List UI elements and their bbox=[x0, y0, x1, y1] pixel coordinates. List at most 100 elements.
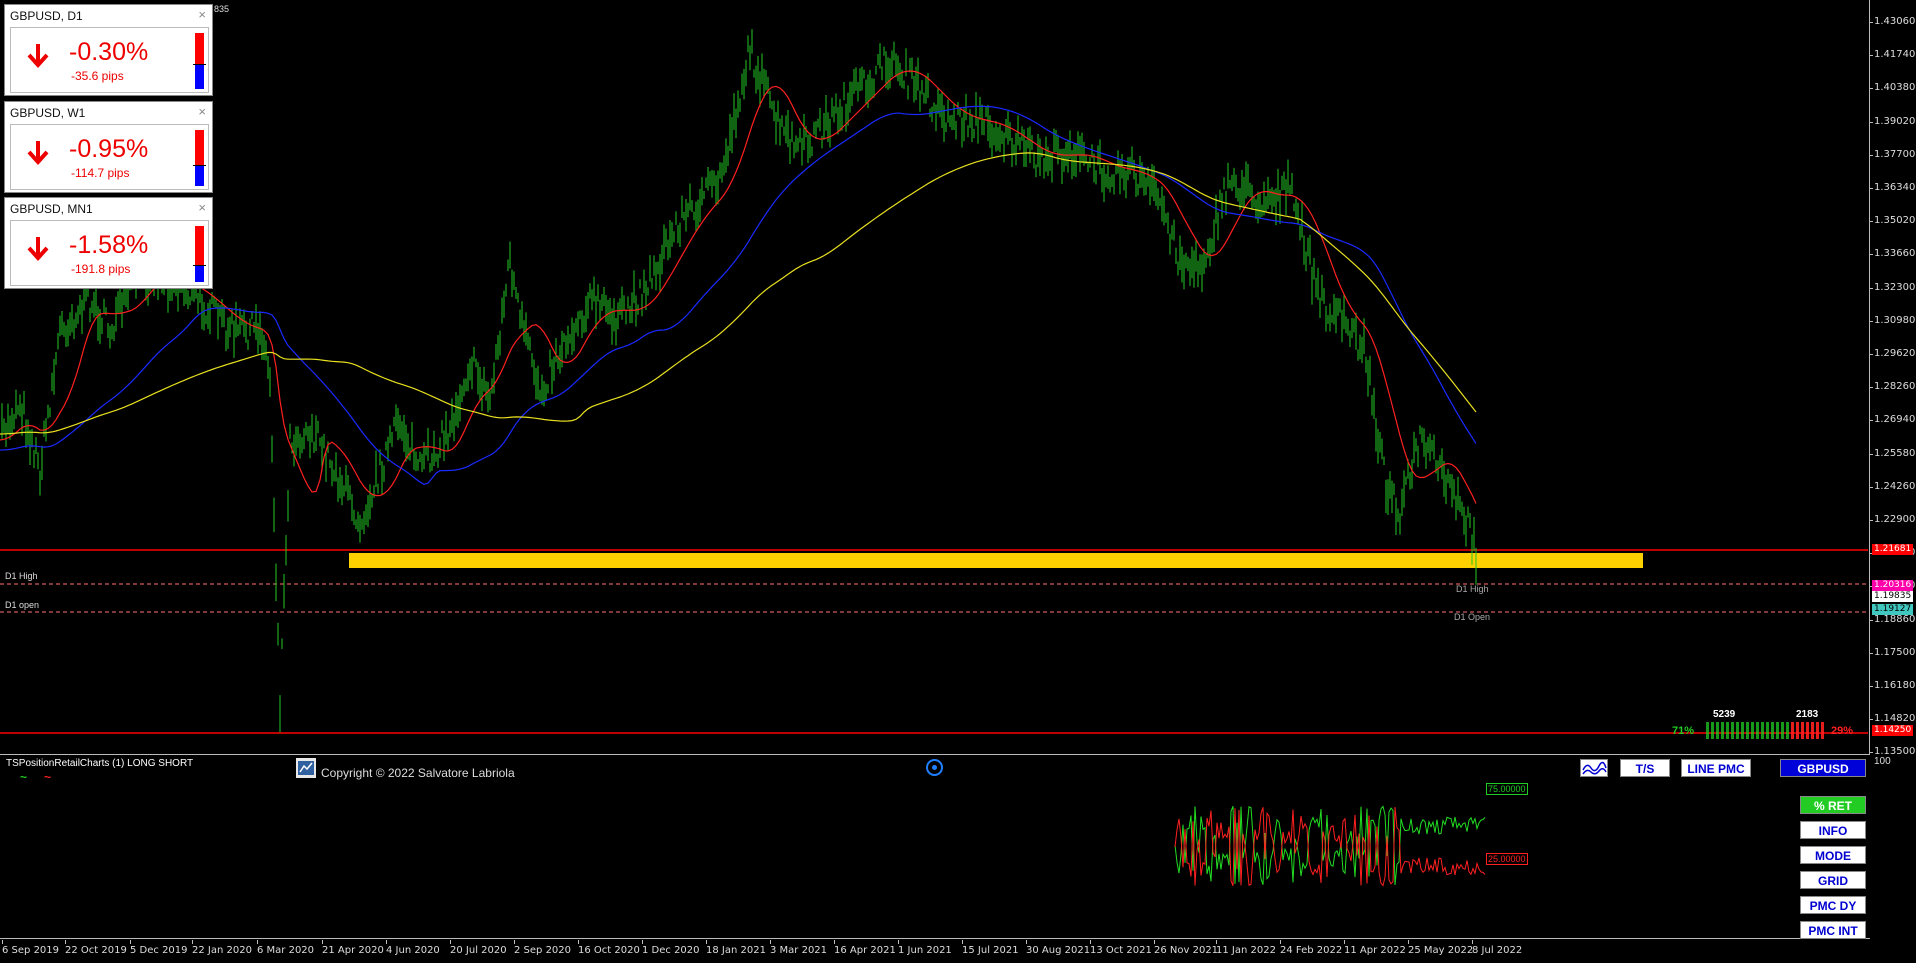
date-tick: 30 Aug 2021 bbox=[1026, 940, 1091, 956]
wave-chart-button[interactable] bbox=[1580, 759, 1608, 777]
long-value-tag: 75.00000 bbox=[1486, 783, 1528, 795]
ma-fast-line bbox=[0, 70, 1477, 504]
logo-icon bbox=[296, 758, 316, 778]
price-tag: 1.19835 bbox=[1872, 591, 1914, 602]
indicator-canvas bbox=[1174, 805, 1486, 887]
price-tag: 1.21681 bbox=[1872, 544, 1914, 555]
timeframe-panel: GBPUSD, D1 × -0.30% -35.6 pips bbox=[4, 4, 213, 96]
date-tick: 22 Jan 2020 bbox=[192, 940, 252, 956]
long-percent: 71% bbox=[1672, 725, 1695, 737]
panel-body: -1.58% -191.8 pips bbox=[10, 220, 209, 286]
ma-mid-line bbox=[0, 105, 1477, 485]
arrow-down-icon bbox=[27, 237, 49, 261]
price-tick: 1.32300 bbox=[1868, 281, 1916, 293]
price-tick: 1.28260 bbox=[1868, 381, 1916, 393]
pmc-int-button[interactable]: PMC INT bbox=[1800, 921, 1866, 939]
pips-change: -35.6 pips bbox=[71, 69, 124, 83]
price-tick: 1.43060 bbox=[1868, 16, 1916, 27]
short-value-tag: 25.00000 bbox=[1486, 853, 1528, 865]
price-tick: 1.33660 bbox=[1868, 248, 1916, 260]
price-tick: 1.17500 bbox=[1868, 646, 1916, 658]
pmc-dy-button[interactable]: PMC DY bbox=[1800, 896, 1866, 914]
price-axis: 1.43060 1.41740 1.40380 1.39020 1.37700 1.363… bbox=[1868, 0, 1916, 757]
date-tick: 13 Oct 2021 bbox=[1090, 940, 1152, 956]
symbol-button[interactable]: GBPUSD bbox=[1780, 759, 1866, 777]
date-tick: 3 Mar 2021 bbox=[770, 940, 828, 956]
strength-bar bbox=[193, 130, 206, 186]
ret-button[interactable]: % RET bbox=[1800, 796, 1866, 814]
price-tick: 1.29620 bbox=[1868, 348, 1916, 359]
date-tick: 1 Dec 2020 bbox=[642, 940, 700, 956]
mode-button[interactable]: MODE bbox=[1800, 846, 1866, 864]
short-percent: 29% bbox=[1831, 725, 1854, 737]
long-line bbox=[1174, 805, 1486, 886]
panel-body: -0.95% -114.7 pips bbox=[10, 124, 209, 190]
price-tick: 1.35020 bbox=[1868, 215, 1916, 227]
panel-title: GBPUSD, W1 bbox=[10, 106, 86, 120]
price-tick: 1.39020 bbox=[1868, 115, 1916, 127]
price-tick: 1.40380 bbox=[1868, 82, 1916, 94]
sentiment-bar bbox=[1706, 722, 1826, 739]
info-button[interactable]: INFO bbox=[1800, 821, 1866, 839]
line-pmc-button[interactable]: LINE PMC bbox=[1681, 759, 1751, 777]
d1-high-label-left: D1 High bbox=[5, 571, 38, 581]
ma-slow-line bbox=[0, 152, 1477, 435]
long-count: 5239 bbox=[1713, 709, 1736, 720]
price-tick: 1.41740 bbox=[1868, 49, 1916, 61]
date-tick: 24 Feb 2022 bbox=[1280, 940, 1343, 956]
price-chart[interactable]: 835 D1 High D1 open D1 High D1 Open 5239… bbox=[0, 0, 1870, 755]
price-tick: 1.26940 bbox=[1868, 414, 1916, 426]
indicator-title: TSPositionRetailCharts (1) LONG SHORT bbox=[6, 758, 194, 769]
price-tick: 1.14820 bbox=[1868, 713, 1916, 725]
price-tick: 1.16180 bbox=[1868, 680, 1916, 691]
d1-high-label-right: D1 High bbox=[1456, 584, 1489, 594]
pips-change: -114.7 pips bbox=[71, 166, 130, 180]
indicator-window[interactable]: TSPositionRetailCharts (1) LONG SHORT ~ … bbox=[0, 756, 1870, 939]
date-tick: 26 Nov 2021 bbox=[1154, 940, 1219, 956]
candles bbox=[1, 29, 1477, 733]
panel-body: -0.30% -35.6 pips bbox=[10, 27, 209, 93]
target-icon[interactable] bbox=[926, 759, 943, 776]
indicator-axis: 100 bbox=[1870, 756, 1916, 939]
strength-bar bbox=[193, 33, 206, 89]
price-tag: 1.14250 bbox=[1872, 725, 1914, 736]
grid-button[interactable]: GRID bbox=[1800, 871, 1866, 889]
date-tick: 11 Apr 2022 bbox=[1344, 940, 1406, 956]
long-wave-icon: ~ bbox=[20, 770, 28, 784]
date-tick: 11 Jan 2022 bbox=[1216, 940, 1276, 956]
corner-label: 835 bbox=[214, 4, 230, 14]
date-tick: 2 Sep 2020 bbox=[514, 940, 572, 956]
percent-change: -1.58% bbox=[69, 231, 149, 259]
percent-change: -0.30% bbox=[69, 38, 149, 66]
price-tag: 1.19127 bbox=[1872, 604, 1914, 615]
price-tick: 1.22900 bbox=[1868, 514, 1916, 525]
close-icon[interactable]: × bbox=[198, 104, 206, 119]
date-tick: 21 Apr 2020 bbox=[322, 940, 384, 956]
price-tick: 1.24260 bbox=[1868, 480, 1916, 492]
ts-button[interactable]: T/S bbox=[1620, 759, 1670, 777]
date-tick: 25 May 2022 bbox=[1408, 940, 1474, 956]
short-line bbox=[1174, 806, 1486, 887]
short-wave-icon: ~ bbox=[44, 770, 52, 784]
pips-change: -191.8 pips bbox=[71, 262, 131, 276]
panel-title: GBPUSD, D1 bbox=[10, 9, 83, 23]
timeframe-panel: GBPUSD, W1 × -0.95% -114.7 pips bbox=[4, 101, 213, 193]
price-tick: 1.36340 bbox=[1868, 182, 1916, 193]
arrow-down-icon bbox=[27, 141, 49, 165]
strength-bar bbox=[193, 226, 206, 282]
close-icon[interactable]: × bbox=[198, 200, 206, 215]
copyright-text: Copyright © 2022 Salvatore Labriola bbox=[321, 766, 515, 780]
date-tick: 4 Jun 2020 bbox=[386, 940, 440, 956]
date-tick: 5 Dec 2019 bbox=[130, 940, 188, 956]
supply-zone bbox=[349, 553, 1643, 568]
percent-change: -0.95% bbox=[69, 135, 149, 163]
date-tick: 16 Oct 2020 bbox=[578, 940, 640, 956]
date-tick: 15 Jul 2021 bbox=[962, 940, 1019, 956]
price-tick: 1.25580 bbox=[1868, 447, 1916, 459]
close-icon[interactable]: × bbox=[198, 7, 206, 22]
d1-open-label-left: D1 open bbox=[5, 600, 40, 610]
date-tick: 16 Apr 2021 bbox=[834, 940, 896, 956]
d1-open-label-right: D1 Open bbox=[1454, 612, 1491, 622]
panel-title: GBPUSD, MN1 bbox=[10, 202, 93, 216]
price-tick: 1.30980 bbox=[1868, 314, 1916, 326]
